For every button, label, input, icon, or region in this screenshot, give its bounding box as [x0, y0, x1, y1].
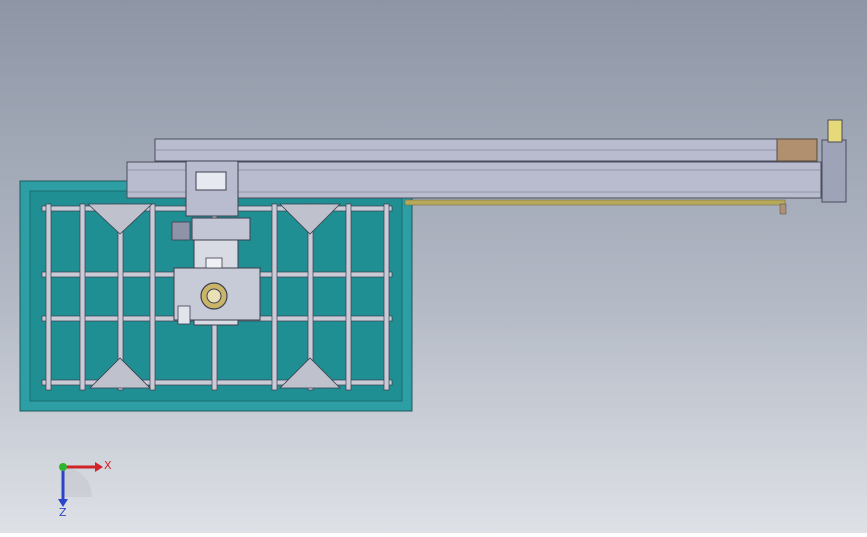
- spindle-core: [206, 288, 222, 304]
- cable-clamp: [171, 221, 191, 241]
- frame-rail-v-4: [149, 203, 156, 391]
- frame-rail-v-8: [345, 203, 352, 391]
- frame-rail-v-9: [383, 203, 390, 391]
- assembly-drawing[interactable]: X Z: [0, 0, 867, 533]
- y-axis-dot: [59, 463, 67, 471]
- x-axis-label: X: [104, 459, 112, 472]
- linear-rail: [404, 199, 786, 206]
- z-axis-label: Z: [59, 506, 67, 519]
- frame-rail-v-2: [79, 203, 86, 391]
- frame-rail-v-6: [271, 203, 278, 391]
- coupling: [827, 119, 843, 143]
- motor-plate: [776, 138, 818, 162]
- cad-viewport[interactable]: X Z: [0, 0, 867, 533]
- frame-rail-v-1: [45, 203, 52, 391]
- end-motor[interactable]: [821, 139, 847, 203]
- z-axis-bracket: [191, 217, 251, 241]
- head-slot: [205, 257, 223, 269]
- limit-sensor: [779, 203, 787, 215]
- carriage-window: [195, 171, 227, 191]
- connector-block: [177, 305, 191, 325]
